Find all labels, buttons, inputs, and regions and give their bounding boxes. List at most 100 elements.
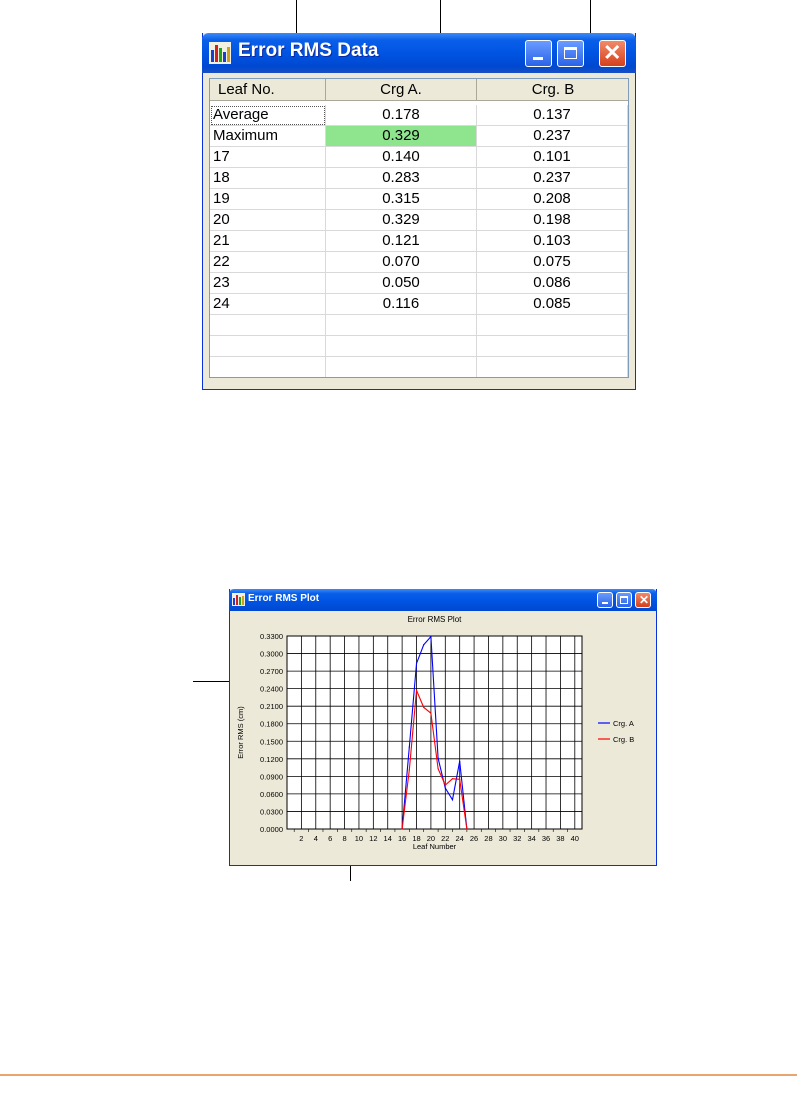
table-cell: 0.101: [477, 147, 628, 168]
table-row[interactable]: 22 0.070 0.075: [210, 252, 628, 273]
x-tick-label: 6: [328, 834, 332, 843]
table-cell: [210, 336, 326, 357]
table-cell: 0.208: [477, 189, 628, 210]
table-cell: [326, 336, 477, 357]
table-cell: 23: [210, 273, 326, 294]
table-cell: 0.178: [326, 105, 477, 126]
maximize-button[interactable]: [557, 40, 584, 67]
y-tick-label: 0.0600: [260, 790, 283, 799]
minimize-button[interactable]: [597, 592, 613, 608]
window-title: Error RMS Data: [238, 40, 379, 61]
y-tick-label: 0.0300: [260, 807, 283, 816]
data-point: [444, 784, 446, 786]
error-rms-chart[interactable]: Error RMS Plot 0.0000 0.0300 0.0600 0.0900 0.…: [230, 611, 656, 865]
table-cell: [477, 315, 628, 336]
table-cell: [326, 357, 477, 377]
chart-title: Error RMS Plot: [408, 615, 463, 624]
y-tick-label: 0.1200: [260, 755, 283, 764]
table-row[interactable]: 17 0.140 0.101: [210, 147, 628, 168]
y-tick-label: 0.0900: [260, 772, 283, 781]
table-row[interactable]: 24 0.116 0.085: [210, 294, 628, 315]
empty-table-row[interactable]: [210, 336, 628, 357]
page-divider: [0, 1074, 797, 1076]
table-cell: [477, 336, 628, 357]
y-tick-label: 0.1800: [260, 720, 283, 729]
data-point: [466, 828, 468, 830]
table-row[interactable]: 23 0.050 0.086: [210, 273, 628, 294]
table-row[interactable]: Average 0.178 0.137: [210, 105, 628, 126]
table-cell: 0.116: [326, 294, 477, 315]
table-cell: [210, 315, 326, 336]
data-point: [423, 706, 425, 708]
table-row[interactable]: 18 0.283 0.237: [210, 168, 628, 189]
x-tick-label: 26: [470, 834, 478, 843]
table-row[interactable]: 20 0.329 0.198: [210, 210, 628, 231]
data-point: [408, 746, 410, 748]
error-rms-plot-window: Error RMS Plot ✕ Error RMS Plot 0.0000 0.0…: [229, 589, 657, 866]
maximize-icon: [564, 47, 577, 59]
x-tick-label: 34: [527, 834, 535, 843]
data-point: [401, 828, 403, 830]
table-cell: Average: [210, 105, 326, 126]
x-tick-label: 32: [513, 834, 521, 843]
close-button[interactable]: ✕: [599, 40, 626, 67]
bar-chart-app-icon: [209, 42, 231, 64]
table-cell: 21: [210, 231, 326, 252]
y-tick-label: 0.2400: [260, 685, 283, 694]
table-cell: 18: [210, 168, 326, 189]
x-tick-label: 30: [499, 834, 507, 843]
title-bar[interactable]: Error RMS Plot ✕: [229, 589, 657, 611]
x-tick-label: 16: [398, 834, 406, 843]
table-cell: [210, 357, 326, 377]
empty-table-row[interactable]: [210, 315, 628, 336]
close-button[interactable]: ✕: [635, 592, 651, 608]
table-row[interactable]: 21 0.121 0.103: [210, 231, 628, 252]
x-tick-label: 10: [355, 834, 363, 843]
x-tick-label: 14: [384, 834, 392, 843]
table-cell: 0.085: [477, 294, 628, 315]
data-point: [430, 635, 432, 638]
data-point: [430, 712, 432, 714]
table-row[interactable]: Maximum 0.329 0.237: [210, 126, 628, 147]
table-cell: 0.103: [477, 231, 628, 252]
table-cell: 0.283: [326, 168, 477, 189]
data-point: [423, 644, 425, 646]
minimize-button[interactable]: [525, 40, 552, 67]
data-point: [437, 757, 439, 759]
table-cell: 0.086: [477, 273, 628, 294]
column-header-leaf-no[interactable]: Leaf No.: [210, 79, 326, 101]
legend-label: Crg. A: [613, 719, 634, 728]
table-cell: 0.137: [477, 105, 628, 126]
data-point: [444, 787, 446, 789]
x-tick-label: 12: [369, 834, 377, 843]
data-grid[interactable]: Leaf No. Crg A. Crg. B Average 0.178 0.1…: [209, 78, 629, 378]
table-cell: 0.329: [326, 210, 477, 231]
x-tick-label: 2: [299, 834, 303, 843]
window-title: Error RMS Plot: [248, 593, 320, 604]
table-cell: 0.140: [326, 147, 477, 168]
table-row[interactable]: 19 0.315 0.208: [210, 189, 628, 210]
x-tick-label: 8: [342, 834, 346, 843]
column-header-crg-a[interactable]: Crg A.: [326, 79, 477, 101]
column-header-crg-b[interactable]: Crg. B: [477, 79, 628, 101]
data-point: [451, 799, 454, 801]
close-icon: ✕: [603, 40, 622, 65]
x-tick-label: 28: [484, 834, 492, 843]
minimize-icon: [533, 57, 543, 60]
legend-label: Crg. B: [613, 735, 634, 744]
y-tick-label: 0.2100: [260, 702, 283, 711]
empty-table-row[interactable]: [210, 357, 628, 377]
table-cell: 0.237: [477, 126, 628, 147]
table-cell: 17: [210, 147, 326, 168]
data-point: [459, 760, 461, 762]
table-cell: 0.198: [477, 210, 628, 231]
title-bar[interactable]: Error RMS Data ✕: [202, 33, 636, 73]
table-cell: 20: [210, 210, 326, 231]
data-point: [415, 689, 418, 691]
table-cell: Maximum: [210, 126, 326, 147]
table-cell: 19: [210, 189, 326, 210]
maximize-button[interactable]: [616, 592, 632, 608]
y-tick-label: 0.1500: [260, 737, 283, 746]
table-cell: 0.121: [326, 231, 477, 252]
table-cell: 22: [210, 252, 326, 273]
